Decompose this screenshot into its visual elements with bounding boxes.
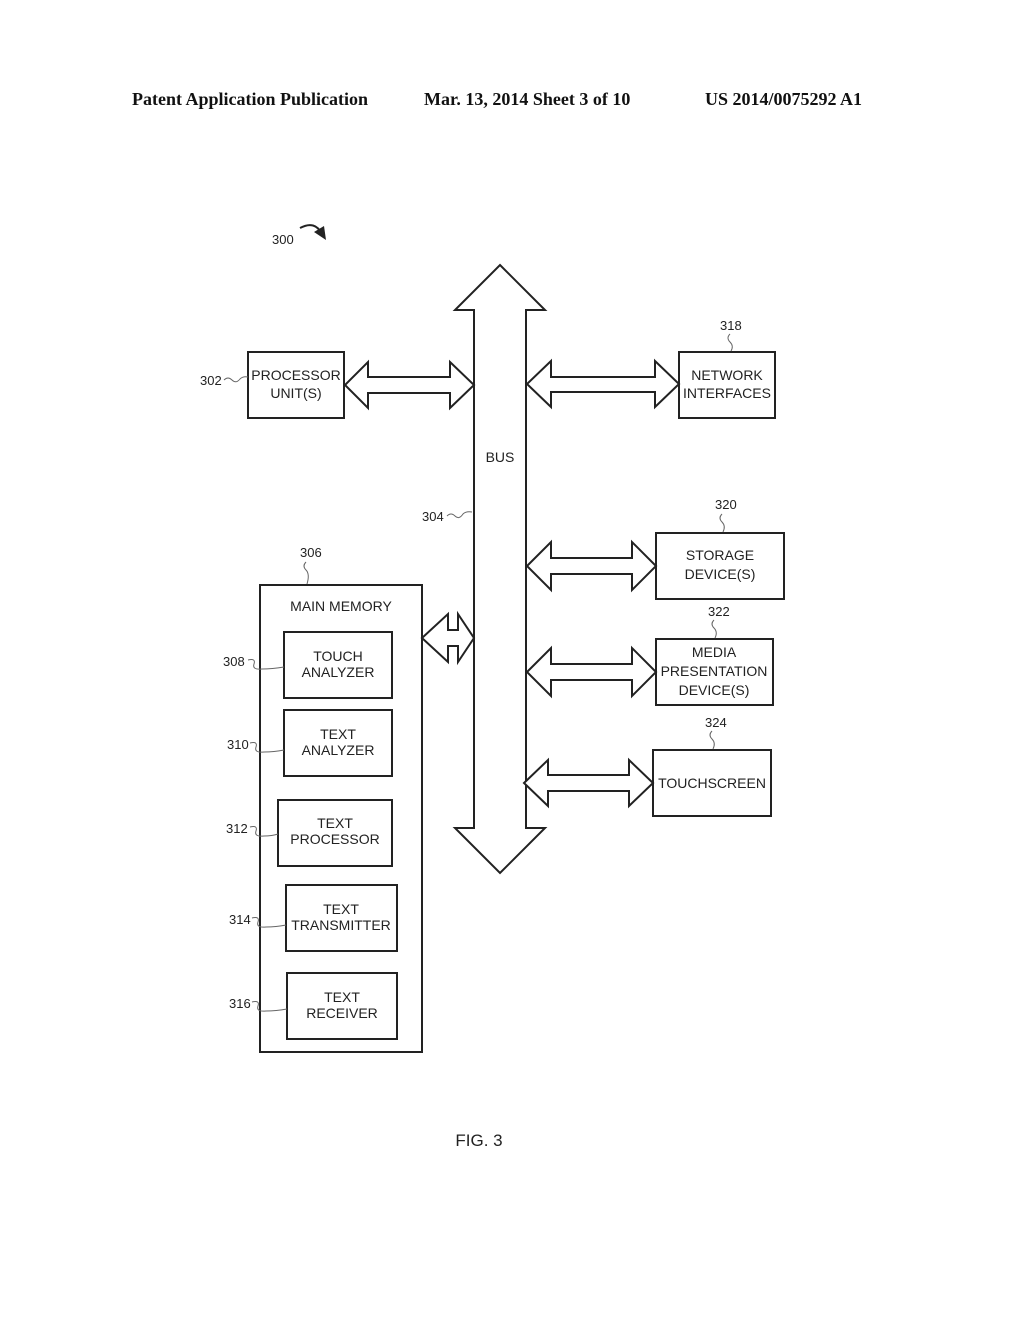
text-transmitter-block: TEXT TRANSMITTER 314: [229, 884, 398, 952]
processor-line-1: PROCESSOR: [251, 367, 340, 383]
touch-analyzer-ref: 308: [223, 654, 245, 669]
figure-caption: FIG. 3: [455, 1131, 502, 1150]
main-memory-label: MAIN MEMORY: [290, 598, 392, 614]
storage-bus-arrow: [525, 539, 658, 593]
text-transmitter-line-1: TEXT: [323, 901, 359, 917]
network-bus-arrow: [525, 358, 681, 410]
text-processor-line-1: TEXT: [317, 815, 353, 831]
processor-ref: 302: [200, 373, 222, 388]
main-memory-ref: 306: [300, 545, 322, 560]
touchscreen-ref: 324: [705, 715, 727, 730]
bus-label: BUS: [486, 449, 515, 465]
network-line-2: INTERFACES: [683, 385, 771, 401]
storage-line-2: DEVICE(S): [685, 566, 756, 582]
touchscreen-label: TOUCHSCREEN: [658, 775, 766, 791]
text-processor-block: TEXT PROCESSOR 312: [226, 799, 393, 867]
touch-analyzer-block: TOUCH ANALYZER 308: [223, 631, 393, 699]
network-interfaces-block: NETWORK INTERFACES 318: [678, 318, 776, 419]
curved-arrow-icon: [299, 224, 326, 240]
media-ref: 322: [708, 604, 730, 619]
text-processor-line-2: PROCESSOR: [290, 831, 379, 847]
storage-ref: 320: [715, 497, 737, 512]
text-receiver-ref: 316: [229, 996, 251, 1011]
text-analyzer-ref: 310: [227, 737, 249, 752]
storage-device-block: STORAGE DEVICE(S) 320: [655, 497, 785, 600]
memory-bus-arrow: [420, 610, 476, 666]
processor-unit-block: PROCESSOR UNIT(S) 302: [200, 351, 345, 419]
processor-line-2: UNIT(S): [270, 385, 321, 401]
touchscreen-block: TOUCHSCREEN 324: [652, 715, 772, 817]
media-line-3: DEVICE(S): [679, 682, 750, 698]
touch-analyzer-line-1: TOUCH: [313, 648, 363, 664]
text-transmitter-line-2: TRANSMITTER: [291, 917, 391, 933]
media-line-2: PRESENTATION: [661, 663, 768, 679]
media-bus-arrow: [525, 645, 658, 699]
network-line-1: NETWORK: [691, 367, 763, 383]
text-receiver-line-2: RECEIVER: [306, 1005, 378, 1021]
touchscreen-bus-arrow: [522, 757, 655, 809]
text-analyzer-line-1: TEXT: [320, 726, 356, 742]
touch-analyzer-line-2: ANALYZER: [302, 664, 375, 680]
text-receiver-line-1: TEXT: [324, 989, 360, 1005]
processor-bus-arrow: [343, 359, 476, 411]
media-presentation-block: MEDIA PRESENTATION DEVICE(S) 322: [655, 604, 774, 706]
figure-ref-label: 300: [272, 232, 294, 247]
text-transmitter-ref: 314: [229, 912, 251, 927]
text-analyzer-block: TEXT ANALYZER 310: [227, 709, 393, 777]
bus-ref: 304: [422, 509, 444, 524]
storage-line-1: STORAGE: [686, 547, 754, 563]
media-line-1: MEDIA: [692, 644, 737, 660]
network-ref: 318: [720, 318, 742, 333]
text-analyzer-line-2: ANALYZER: [302, 742, 375, 758]
text-receiver-block: TEXT RECEIVER 316: [229, 972, 398, 1040]
text-processor-ref: 312: [226, 821, 248, 836]
block-diagram: 300 BUS 304 PROCESSOR UNIT(S) 302 NETWOR…: [200, 224, 785, 1150]
